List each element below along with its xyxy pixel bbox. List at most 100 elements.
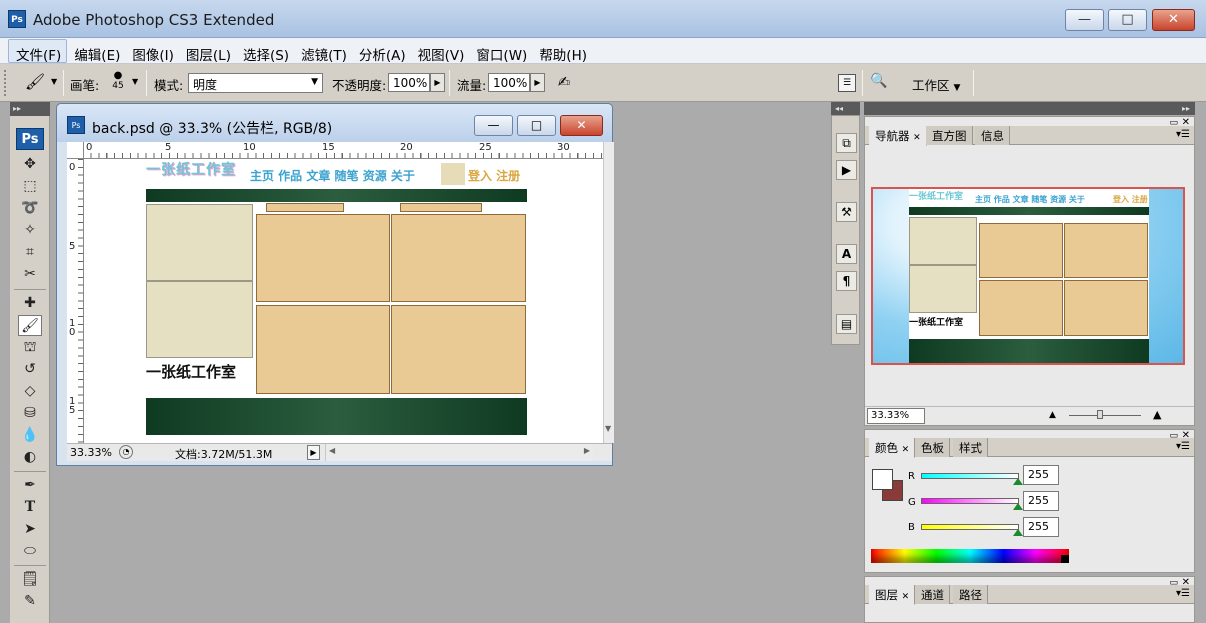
opacity-slider-arrow-icon[interactable]: ▶	[430, 73, 445, 92]
channel-r-value[interactable]: 255	[1023, 465, 1059, 485]
status-options-icon[interactable]: ◔	[119, 445, 133, 459]
menu-file[interactable]: 文件(F)	[8, 39, 68, 64]
marquee-icon[interactable]: ⬚	[18, 176, 42, 197]
options-grip[interactable]	[4, 70, 8, 96]
menu-analysis[interactable]: 分析(A)	[352, 40, 411, 64]
workspace-button[interactable]: 工作区 ▼	[912, 75, 960, 94]
horizontal-scrollbar[interactable]: ◀ ▶	[325, 444, 593, 461]
channel-r-slider[interactable]	[921, 473, 1019, 479]
navigator-zoom-field[interactable]: 33.33%	[867, 408, 925, 424]
flow-slider-arrow-icon[interactable]: ▶	[530, 73, 545, 92]
menu-image[interactable]: 图像(I)	[125, 40, 179, 64]
close-icon[interactable]: ✕	[902, 592, 910, 602]
panel-menu-icon[interactable]: ▾☰	[1176, 129, 1190, 140]
foreground-color-swatch[interactable]	[872, 469, 893, 490]
brush-tool-icon[interactable]: 🖌	[18, 315, 42, 336]
ruler-origin[interactable]	[67, 142, 84, 159]
zoom-slider-thumb[interactable]	[1097, 410, 1103, 419]
eraser-icon[interactable]: ◇	[18, 381, 42, 402]
photoshop-logo-icon[interactable]: Ps	[16, 128, 44, 150]
path-select-icon[interactable]: ➤	[18, 519, 42, 540]
channel-b-thumb[interactable]	[1013, 529, 1023, 536]
maximize-button[interactable]: □	[1108, 9, 1147, 31]
layer-comps-icon[interactable]: ▤	[836, 314, 857, 334]
doc-minimize-button[interactable]: —	[474, 115, 513, 136]
airbrush-icon[interactable]: ✍	[552, 73, 576, 95]
history-panel-icon[interactable]: ⧉	[836, 133, 857, 153]
zoom-in-icon[interactable]: ▲	[1153, 408, 1161, 421]
color-spectrum-bar[interactable]	[871, 549, 1069, 563]
zoom-out-icon[interactable]: ▲	[1049, 410, 1056, 420]
scroll-left-icon[interactable]: ◀	[329, 446, 335, 455]
paragraph-panel-icon[interactable]: ¶	[836, 271, 857, 291]
panel-dock-collapse-bar[interactable]: ▸▸	[864, 102, 1195, 115]
vertical-ruler[interactable]: 0 5 1 0 1 5	[67, 159, 84, 443]
dodge-icon[interactable]: ◐	[18, 447, 42, 468]
notes-icon[interactable]: 🗒	[18, 569, 42, 590]
close-button[interactable]: ✕	[1152, 9, 1195, 31]
menu-select[interactable]: 选择(S)	[236, 40, 294, 64]
panel-menu-icon[interactable]: ▾☰	[1176, 588, 1190, 599]
horizontal-ruler[interactable]: 0 5 10 15 20 25 30	[67, 142, 603, 159]
document-canvas[interactable]: 一张纸工作室 主页 作品 文章 随笔 资源 关于 登入 注册 一张纸工作室	[84, 159, 603, 443]
vertical-scrollbar[interactable]: ▼	[603, 142, 614, 443]
icon-dock-collapse-bar[interactable]: ◂◂	[831, 102, 860, 115]
channel-g-value[interactable]: 255	[1023, 491, 1059, 511]
move-icon[interactable]: ✥	[18, 154, 42, 175]
channel-b-slider[interactable]	[921, 524, 1019, 530]
stamp-icon[interactable]: ⛫	[18, 337, 42, 358]
slice-icon[interactable]: ✂	[18, 264, 42, 285]
tab-channels[interactable]: 通道	[915, 585, 950, 604]
bridge-icon[interactable]: 🔍	[870, 73, 894, 93]
scroll-down-icon[interactable]: ▼	[605, 424, 611, 433]
spectrum-black-swatch[interactable]	[1061, 555, 1069, 563]
tab-styles[interactable]: 样式	[953, 438, 988, 457]
blur-icon[interactable]: 💧	[18, 425, 42, 446]
close-icon[interactable]: ✕	[913, 133, 921, 143]
panel-menu-icon[interactable]: ▾☰	[1176, 441, 1190, 452]
pen-icon[interactable]: ✒	[18, 475, 42, 496]
character-panel-icon[interactable]: A	[836, 244, 857, 264]
brush-preview[interactable]: ● 45	[108, 70, 128, 98]
doc-close-button[interactable]: ✕	[560, 115, 603, 136]
lasso-icon[interactable]: ➰	[18, 198, 42, 219]
zoom-slider[interactable]	[1069, 415, 1141, 416]
channel-r-thumb[interactable]	[1013, 478, 1023, 485]
status-menu-arrow-icon[interactable]: ▶	[307, 445, 320, 460]
menu-layer[interactable]: 图层(L)	[179, 40, 236, 64]
tab-navigator[interactable]: 导航器 ✕	[869, 126, 927, 146]
tab-info[interactable]: 信息	[975, 126, 1010, 145]
channel-g-slider[interactable]	[921, 498, 1019, 504]
mode-select[interactable]: 明度 ▼	[188, 73, 323, 93]
opacity-field[interactable]: 100%	[388, 73, 430, 92]
actions-panel-icon[interactable]: ▶	[836, 160, 857, 180]
menu-window[interactable]: 窗口(W)	[469, 40, 532, 64]
crop-icon[interactable]: ⌗	[18, 242, 42, 263]
scroll-right-icon[interactable]: ▶	[584, 446, 590, 455]
navigator-thumbnail[interactable]: 一张纸工作室 主页 作品 文章 随笔 资源 关于 登入 注册 一张纸工作室	[871, 187, 1185, 365]
healing-icon[interactable]: ✚	[18, 293, 42, 314]
type-icon[interactable]: T	[18, 497, 42, 518]
close-icon[interactable]: ✕	[902, 445, 910, 455]
document-titlebar[interactable]: Ps back.psd @ 33.3% (公告栏, RGB/8) — □ ✕	[57, 104, 612, 142]
menu-help[interactable]: 帮助(H)	[532, 40, 592, 64]
minimize-button[interactable]: —	[1065, 9, 1104, 31]
toolbox-collapse-bar[interactable]: ▸▸	[10, 102, 50, 116]
brush-icon[interactable]: 🖌	[22, 72, 48, 94]
bucket-icon[interactable]: ⛁	[18, 403, 42, 424]
menu-edit[interactable]: 编辑(E)	[67, 40, 125, 64]
menu-view[interactable]: 视图(V)	[411, 40, 470, 64]
ellipse-icon[interactable]: ⬭	[18, 541, 42, 562]
tab-swatches[interactable]: 色板	[915, 438, 950, 457]
tool-presets-icon[interactable]: ⚒	[836, 202, 857, 222]
tab-histogram[interactable]: 直方图	[926, 126, 973, 145]
channel-b-value[interactable]: 255	[1023, 517, 1059, 537]
channel-g-thumb[interactable]	[1013, 503, 1023, 510]
eyedropper-icon[interactable]: ✎	[18, 591, 42, 612]
tool-preset-dropdown-icon[interactable]: ▼	[51, 77, 57, 86]
palette-well-icon[interactable]: ☰	[838, 74, 856, 92]
history-brush-icon[interactable]: ↺	[18, 359, 42, 380]
magic-wand-icon[interactable]: ✧	[18, 220, 42, 241]
flow-field[interactable]: 100%	[488, 73, 530, 92]
zoom-field[interactable]: 33.33%	[70, 446, 115, 459]
